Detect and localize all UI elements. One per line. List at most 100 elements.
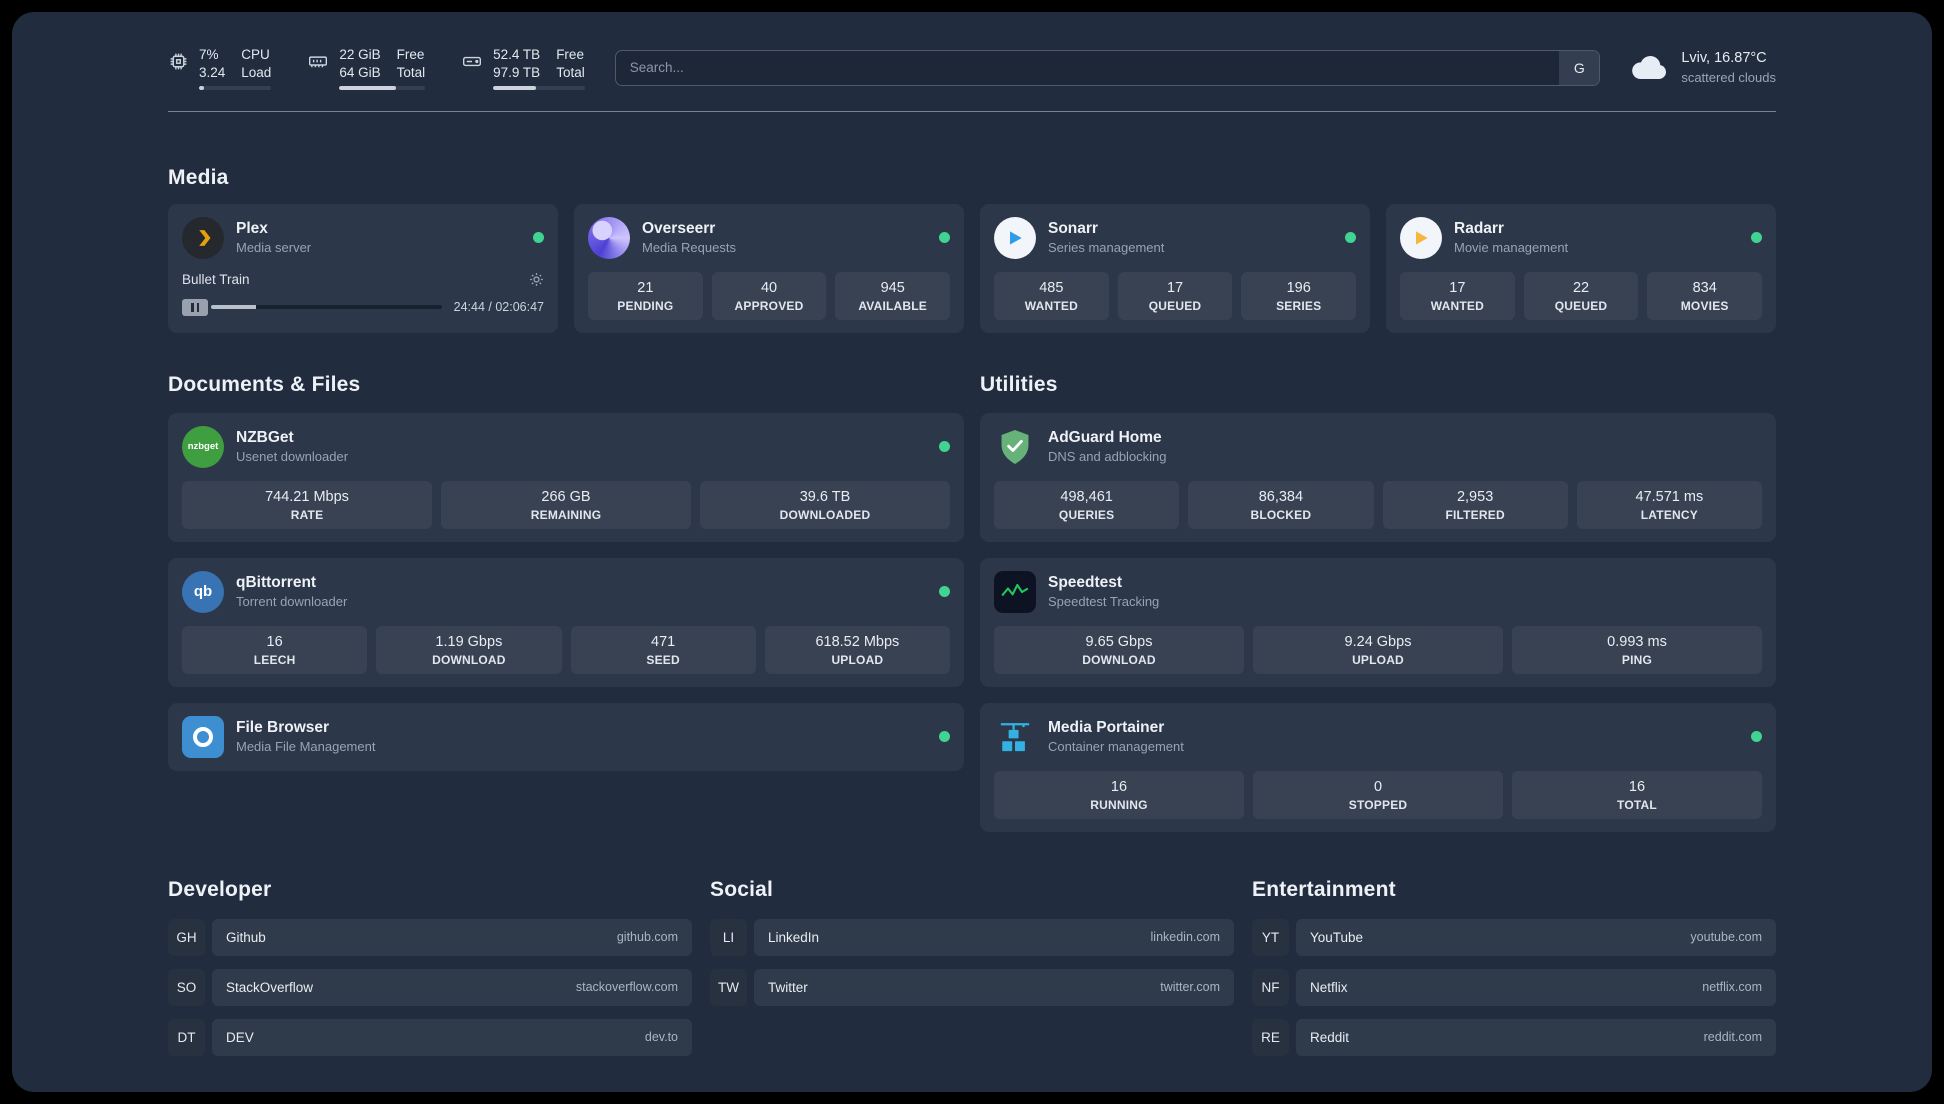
bookmark-twitter[interactable]: TW Twitter twitter.com (710, 968, 1234, 1006)
stat-box: 196 SERIES (1241, 271, 1357, 320)
portainer-crane-icon (994, 716, 1036, 758)
app-name: File Browser (236, 719, 330, 737)
bookmark-stackoverflow[interactable]: SO StackOverflow stackoverflow.com (168, 968, 692, 1006)
stat-box: 945 AVAILABLE (835, 271, 951, 320)
app-name: AdGuard Home (1048, 429, 1162, 447)
cpu-monitor: 7% 3.24 CPU Load (168, 46, 272, 90)
stat-box: 16 TOTAL (1512, 770, 1762, 819)
hard-drive-icon (463, 56, 482, 67)
stat-box: 39.6 TB DOWNLOADED (700, 480, 950, 529)
memory-free-value: 22 GiB (339, 47, 381, 62)
bookmark-url: youtube.com (1690, 930, 1762, 945)
memory-free-label: Free (396, 47, 425, 62)
stat-box: 1.19 Gbps DOWNLOAD (376, 625, 562, 674)
adguard-card[interactable]: AdGuard Home DNS and adblocking 498,461 Q… (980, 412, 1776, 542)
stat-value: 1.19 Gbps (435, 633, 503, 650)
bookmark-abbr: RE (1252, 1018, 1289, 1056)
stat-value: 17 (1449, 279, 1466, 296)
playback-progress: 24:44 / 02:06:47 (182, 298, 544, 316)
stat-value: 16 (1628, 778, 1646, 795)
disk-total-value: 97.9 TB (493, 64, 541, 80)
stat-box: 40 APPROVED (711, 271, 827, 320)
bookmark-netflix[interactable]: NF Netflix netflix.com (1252, 968, 1776, 1006)
cpu-label: CPU (241, 47, 270, 62)
bookmark-linkedin[interactable]: LI LinkedIn linkedin.com (710, 918, 1234, 956)
app-subtitle: Movie management (1454, 240, 1569, 256)
stat-value: 618.52 Mbps (815, 633, 900, 650)
bookmark-dev[interactable]: DT DEV dev.to (168, 1018, 692, 1056)
app-subtitle: Torrent downloader (236, 594, 348, 610)
stat-value: 945 (880, 279, 905, 296)
stat-box: 17 WANTED (1400, 271, 1515, 320)
status-online-dot (939, 731, 950, 743)
cpu-value: 7% (199, 47, 219, 62)
speedtest-card[interactable]: Speedtest Speedtest Tracking 9.65 Gbps DO… (980, 557, 1776, 687)
stat-box: 0.993 ms PING (1512, 625, 1762, 674)
portainer-card[interactable]: Media Portainer Container management 16 R… (980, 702, 1776, 832)
status-online-dot (1751, 232, 1762, 244)
stat-label: QUEUED (1148, 298, 1202, 313)
search-engine-button[interactable]: G (1559, 50, 1600, 85)
stat-value: 22 (1572, 279, 1590, 296)
stat-label: AVAILABLE (858, 298, 928, 313)
filebrowser-card[interactable]: File Browser Media File Management (168, 702, 964, 771)
radarr-icon (1400, 216, 1442, 259)
stat-label: WANTED (1024, 298, 1078, 313)
search-bar: G (614, 49, 1601, 86)
overseerr-card[interactable]: Overseerr Media Requests 21 PENDING 40 APP… (574, 203, 964, 333)
bookmark-url: dev.to (644, 1030, 678, 1045)
stat-label: SEED (646, 652, 680, 667)
stat-label: PING (1621, 652, 1653, 667)
app-name: NZBGet (236, 429, 294, 447)
bookmark-abbr: TW (710, 968, 747, 1006)
documents-section: Documents & Files nzbget NZBGet Usenet d… (168, 373, 964, 771)
stat-label: UPLOAD (831, 652, 884, 667)
filebrowser-icon (182, 715, 224, 758)
plex-icon (182, 216, 224, 259)
sonarr-card[interactable]: Sonarr Series management 485 WANTED 17 QUE… (980, 203, 1370, 333)
app-name: Sonarr (1048, 220, 1098, 238)
cpu-load-value: 3.24 (199, 64, 226, 80)
top-bar: 7% 3.24 CPU Load 22 GiB 64 GiB Free Tota… (168, 12, 1776, 90)
stat-label: QUERIES (1058, 507, 1115, 522)
stat-label: UPLOAD (1352, 652, 1404, 667)
nzbget-card[interactable]: nzbget NZBGet Usenet downloader 744.21 M… (168, 412, 964, 542)
weather-location: Lviv, 16.87°C (1681, 50, 1767, 67)
stat-label: APPROVED (734, 298, 804, 313)
stat-box: 47.571 ms LATENCY (1576, 480, 1762, 529)
qbittorrent-card[interactable]: qb qBittorrent Torrent downloader 16 LEEC… (168, 557, 964, 687)
disk-monitor: 52.4 TB 97.9 TB Free Total (461, 46, 585, 90)
gear-icon[interactable] (529, 272, 544, 287)
stat-box: 16 LEECH (182, 625, 368, 674)
pause-button[interactable] (182, 298, 208, 316)
stat-value: 0 (1373, 778, 1383, 795)
status-online-dot (533, 232, 544, 244)
bookmark-youtube[interactable]: YT YouTube youtube.com (1252, 918, 1776, 956)
stat-box: 744.21 Mbps RATE (182, 480, 432, 529)
speedtest-waveform-icon (994, 570, 1036, 613)
app-subtitle: Usenet downloader (236, 449, 349, 465)
bookmark-name: Netflix (1310, 979, 1348, 995)
stat-box: 86,384 BLOCKED (1188, 480, 1374, 529)
bookmark-url: stackoverflow.com (575, 980, 678, 995)
stat-label: MOVIES (1680, 298, 1729, 313)
nzbget-icon: nzbget (182, 425, 224, 468)
cpu-load-label: Load (241, 64, 272, 80)
bookmark-abbr: LI (710, 918, 747, 956)
stat-label: RUNNING (1090, 797, 1148, 812)
stat-label: SERIES (1276, 298, 1322, 313)
stat-value: 86,384 (1258, 488, 1304, 505)
plex-card[interactable]: Plex Media server Bullet Train 24:44 / 0 (168, 203, 558, 333)
stat-label: DOWNLOADED (779, 507, 871, 522)
stat-value: 196 (1286, 279, 1311, 296)
radarr-card[interactable]: Radarr Movie management 17 WANTED 22 QUEUE… (1386, 203, 1776, 333)
stat-box: 266 GB REMAINING (441, 480, 691, 529)
bookmark-github[interactable]: GH Github github.com (168, 918, 692, 956)
bookmark-url: reddit.com (1703, 1030, 1762, 1045)
bookmark-url: github.com (616, 930, 678, 945)
bookmark-name: DEV (226, 1029, 254, 1045)
search-input[interactable] (614, 49, 1601, 86)
bookmark-reddit[interactable]: RE Reddit reddit.com (1252, 1018, 1776, 1056)
stat-label: FILTERED (1445, 507, 1505, 522)
playback-progress-bar (211, 304, 442, 310)
